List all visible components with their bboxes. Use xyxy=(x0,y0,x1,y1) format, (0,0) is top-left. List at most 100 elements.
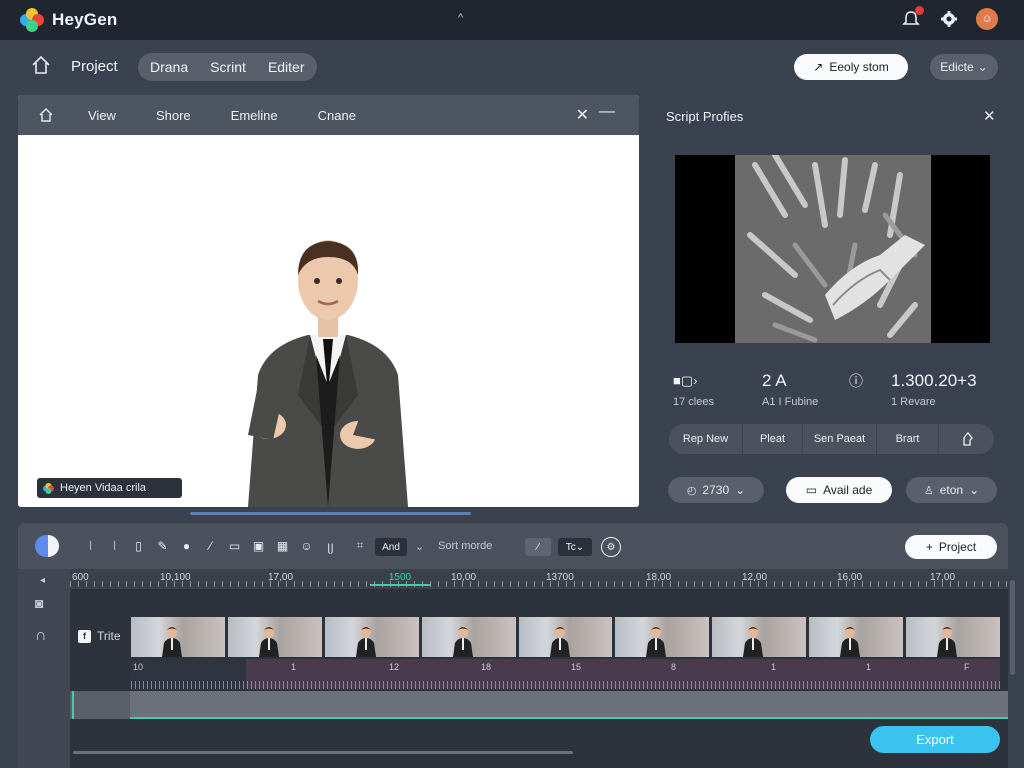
document-icon[interactable]: ▯ xyxy=(132,536,145,556)
timeline-ruler[interactable]: 600 10,100 17,00 1500 10,00 13700 18,00 … xyxy=(70,569,1008,589)
audio-wave-icon[interactable]: ⦚ xyxy=(84,536,97,556)
grid-icon[interactable]: ▦ xyxy=(276,536,289,556)
tab-shore[interactable]: Shore xyxy=(156,108,191,123)
side-actions: Rep New Pleat Sen Paeat Brart xyxy=(669,424,994,454)
caption-icon[interactable]: ▣ xyxy=(252,536,265,556)
emoji-icon[interactable]: ☺ xyxy=(300,536,313,556)
audio-track[interactable]: 10 1 12 18 15 8 1 1 F xyxy=(131,659,1000,689)
chevron-down-icon: ⌄ xyxy=(575,541,585,553)
primary-action-button[interactable]: ↗ Eeoly stom xyxy=(794,54,908,80)
stat-a: 2 A A1 I Fubine xyxy=(762,371,819,408)
track-icon: f xyxy=(78,629,91,643)
tab-emeline[interactable]: Emeline xyxy=(231,108,278,123)
timeline-toggle[interactable] xyxy=(35,535,59,557)
sparkle-icon: ↗ xyxy=(813,60,824,74)
notification-badge xyxy=(915,6,924,15)
chevron-down-icon: ⌄ xyxy=(977,60,988,74)
app-name: HeyGen xyxy=(52,10,118,29)
clip-thumbnail[interactable] xyxy=(324,617,419,657)
vertical-scrollbar[interactable] xyxy=(1010,580,1015,675)
heygen-logo-icon xyxy=(43,482,54,494)
project-title[interactable]: Project xyxy=(71,58,118,75)
brush-icon[interactable]: ● xyxy=(180,536,193,556)
timeline-sidebar: ◂ ◙ ∩ xyxy=(18,569,70,768)
close-icon[interactable]: ✕ xyxy=(983,107,996,125)
stat-info: ⓘ xyxy=(849,372,868,396)
add-project-button[interactable]: + Project xyxy=(905,535,997,559)
minimize-icon[interactable]: — xyxy=(599,103,615,121)
mode-tab-editer[interactable]: Editer xyxy=(268,59,305,75)
clip-thumbnail[interactable] xyxy=(615,617,710,657)
app-logo[interactable]: HeyGen xyxy=(20,8,117,32)
mode-tab-scrint[interactable]: Scrint xyxy=(210,59,246,75)
stats-row: ■▢› 17 clees 2 A A1 I Fubine ⓘ 1.300.20+… xyxy=(673,371,993,412)
tag-icon[interactable]: ▭ xyxy=(228,536,241,556)
clip-thumbnail[interactable] xyxy=(809,617,904,657)
chevron-down-icon: ⌄ xyxy=(735,483,746,497)
camera-icon[interactable]: ◙ xyxy=(35,595,43,611)
duration-dropdown[interactable]: ◴ 2730 ⌄ xyxy=(668,477,764,503)
timeline-scrollbar[interactable] xyxy=(73,751,573,754)
video-track-label[interactable]: f Trite xyxy=(78,629,121,643)
presenter-thumbnail xyxy=(840,626,861,657)
presenter-thumbnail xyxy=(355,626,376,657)
close-icon[interactable]: ✕ xyxy=(576,105,589,125)
preview-scrub-bar[interactable] xyxy=(190,512,471,515)
brart-button[interactable]: Brart xyxy=(877,424,939,454)
settings-gear-icon[interactable] xyxy=(938,8,960,30)
home-icon[interactable] xyxy=(38,107,54,123)
video-stage[interactable]: Heyen Vidaa crila xyxy=(18,135,639,507)
mode-tab-drana[interactable]: Drana xyxy=(150,59,188,75)
edit-dropdown-button[interactable]: Edicte ⌄ xyxy=(930,54,998,80)
tab-view[interactable]: View xyxy=(88,108,116,123)
tab-cnane[interactable]: Cnane xyxy=(318,108,356,123)
export-button[interactable]: Export xyxy=(870,726,1000,753)
clip-thumbnail[interactable] xyxy=(227,617,322,657)
hook-icon[interactable]: ᥩ xyxy=(324,536,337,556)
and-chip[interactable]: And xyxy=(375,538,407,556)
user-dropdown[interactable]: ♙ eton ⌄ xyxy=(906,477,997,503)
user-avatar[interactable]: ☺ xyxy=(976,8,998,30)
volume-icon[interactable]: ◂ xyxy=(40,575,45,586)
sen-paeat-button[interactable]: Sen Paeat xyxy=(803,424,877,454)
clip-thumbnail[interactable] xyxy=(518,617,613,657)
preview-header: View Shore Emeline Cnane ✕ — xyxy=(18,95,639,135)
clock-icon: ◴ xyxy=(686,484,697,497)
chevron-up-icon[interactable]: ^ xyxy=(458,12,463,24)
settings-icon[interactable]: ⚙ xyxy=(601,537,621,557)
clip-thumbnail[interactable] xyxy=(131,617,225,657)
video-track[interactable] xyxy=(131,617,1001,657)
pen-icon[interactable]: ✎ xyxy=(156,536,169,556)
notifications-icon[interactable] xyxy=(900,6,924,30)
clip-thumbnail[interactable] xyxy=(906,617,1001,657)
home-icon[interactable] xyxy=(30,54,54,78)
headphones-icon[interactable]: ∩ xyxy=(35,627,47,645)
presenter-thumbnail xyxy=(937,626,958,657)
script-thumbnail[interactable] xyxy=(675,155,990,343)
crop-icon[interactable]: ⌗ xyxy=(357,540,363,553)
overlay-track[interactable] xyxy=(70,691,1008,719)
camera-icon: ■▢› xyxy=(673,373,698,388)
avatar-presenter xyxy=(248,240,408,507)
available-button[interactable]: ▭ Avail ade xyxy=(786,477,892,503)
info-icon[interactable]: ⓘ xyxy=(849,371,863,391)
wand-icon[interactable]: ⁄ xyxy=(204,536,217,556)
playhead-marker[interactable]: 1500 xyxy=(370,572,430,586)
tc-dropdown[interactable]: Tc ⌄ xyxy=(558,538,592,556)
playhead-line[interactable] xyxy=(72,691,74,719)
project-nav: Project Drana Scrint Editer ↗ Eeoly stom… xyxy=(0,44,1024,90)
pleat-button[interactable]: Pleat xyxy=(743,424,803,454)
clip-thumbnail[interactable] xyxy=(421,617,516,657)
sort-mode-label[interactable]: Sort morde xyxy=(438,540,492,552)
edit-icon[interactable]: ∕ xyxy=(525,538,551,556)
presenter-thumbnail xyxy=(549,626,570,657)
chevron-down-icon: ⌄ xyxy=(969,483,980,497)
thumbnail-image xyxy=(675,155,990,343)
timeline-panel: ⦚ ⦚ ▯ ✎ ● ⁄ ▭ ▣ ▦ ☺ ᥩ ⌗ And ⌄ Sort morde… xyxy=(18,523,1008,768)
side-panel-title: Script Profies xyxy=(666,109,744,124)
chevron-down-icon[interactable]: ⌄ xyxy=(415,540,424,553)
share-icon[interactable] xyxy=(939,424,994,454)
audio-wave-icon[interactable]: ⦚ xyxy=(108,536,121,556)
clip-thumbnail[interactable] xyxy=(712,617,807,657)
rep-new-button[interactable]: Rep New xyxy=(669,424,743,454)
